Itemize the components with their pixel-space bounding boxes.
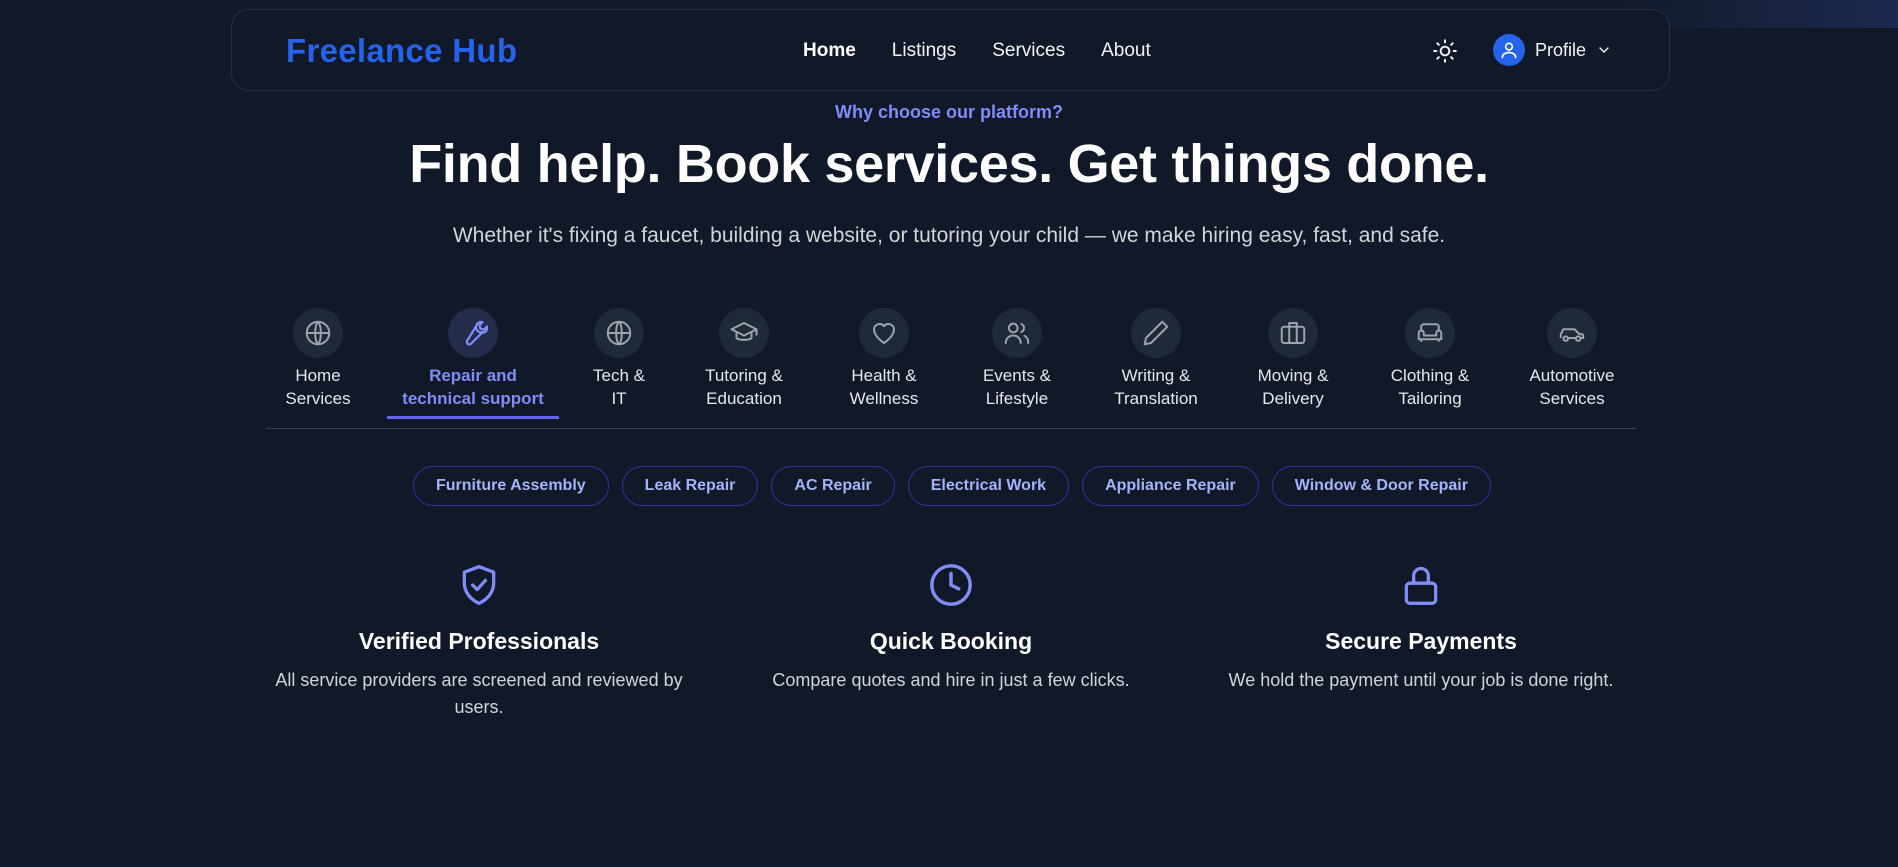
hero-eyebrow: Why choose our platform? xyxy=(834,102,1063,122)
feature-secure-payments: Secure Payments We hold the payment unti… xyxy=(1201,562,1641,694)
sofa-icon xyxy=(1417,323,1443,342)
globe-icon xyxy=(305,320,331,346)
feature-text: All service providers are screened and r… xyxy=(275,670,683,717)
avatar xyxy=(1493,34,1525,66)
pill-window-door-repair[interactable]: Window & Door Repair xyxy=(1271,466,1491,506)
user-icon xyxy=(1501,42,1517,59)
category-label: Repair and technical support xyxy=(402,366,544,408)
pill-appliance-repair[interactable]: Appliance Repair xyxy=(1082,466,1259,506)
subcategory-pills: Furniture Assembly Leak Repair AC Repair… xyxy=(413,466,1491,506)
nav-link-home[interactable]: Home xyxy=(803,40,856,62)
nav-link-about[interactable]: About xyxy=(1101,40,1151,62)
users-icon xyxy=(1004,322,1030,344)
shield-check-icon xyxy=(462,565,496,605)
profile-menu[interactable]: Profile xyxy=(1493,34,1612,66)
category-divider xyxy=(266,428,1636,429)
feature-quick-booking: Quick Booking Compare quotes and hire in… xyxy=(731,562,1171,694)
briefcase-icon xyxy=(1280,322,1306,344)
category-events-lifestyle[interactable]: Events & Lifestyle xyxy=(967,308,1067,410)
pill-electrical-work[interactable]: Electrical Work xyxy=(907,466,1070,506)
category-clothing-tailoring[interactable]: Clothing & Tailoring xyxy=(1380,308,1480,410)
graduation-cap-icon xyxy=(730,322,758,341)
category-label: Writing & Translation xyxy=(1114,366,1198,408)
feature-title: Verified Professionals xyxy=(358,628,600,654)
category-label: Tutoring & Education xyxy=(705,366,783,408)
category-label: Home Services xyxy=(285,366,351,408)
category-label: Moving & Delivery xyxy=(1257,366,1329,408)
wrench-icon xyxy=(465,320,488,346)
nav-link-listings[interactable]: Listings xyxy=(892,40,956,62)
category-repair-technical-support[interactable]: Repair and technical support xyxy=(387,308,559,410)
feature-text: Compare quotes and hire in just a few cl… xyxy=(772,670,1130,690)
pill-leak-repair[interactable]: Leak Repair xyxy=(621,466,759,506)
category-home-services[interactable]: Home Services xyxy=(268,308,368,410)
category-label: Clothing & Tailoring xyxy=(1390,366,1470,408)
navbar: Freelance Hub Home Listings Services Abo… xyxy=(231,9,1670,91)
category-label: Events & Lifestyle xyxy=(982,366,1052,408)
sun-icon xyxy=(1433,39,1457,63)
category-label: Health & Wellness xyxy=(849,366,919,408)
globe-icon xyxy=(606,320,632,346)
brand-logo[interactable]: Freelance Hub xyxy=(286,32,517,70)
feature-verified-professionals: Verified Professionals All service provi… xyxy=(259,562,699,721)
category-automotive-services[interactable]: Automotive Services xyxy=(1517,308,1627,410)
pencil-icon xyxy=(1143,320,1169,346)
category-tutoring-education[interactable]: Tutoring & Education xyxy=(694,308,794,410)
clock-icon xyxy=(930,564,972,606)
nav-link-services[interactable]: Services xyxy=(992,40,1065,62)
profile-label: Profile xyxy=(1535,39,1587,60)
hero-title: Find help. Book services. Get things don… xyxy=(409,134,1489,194)
nav-links: Home Listings Services About xyxy=(803,40,1151,62)
category-tech-it[interactable]: Tech & IT xyxy=(579,308,659,410)
pill-ac-repair[interactable]: AC Repair xyxy=(771,466,895,506)
theme-toggle-button[interactable] xyxy=(1432,38,1458,64)
category-label: Tech & IT xyxy=(593,366,645,408)
chevron-down-icon xyxy=(1599,47,1609,53)
feature-text: We hold the payment until your job is do… xyxy=(1228,670,1614,690)
category-health-wellness[interactable]: Health & Wellness xyxy=(834,308,934,410)
category-label: Automotive Services xyxy=(1529,366,1615,408)
category-writing-translation[interactable]: Writing & Translation xyxy=(1101,308,1211,410)
heart-icon xyxy=(873,323,895,344)
feature-title: Quick Booking xyxy=(869,628,1033,654)
hero-subtitle: Whether it's fixing a faucet, building a… xyxy=(452,224,1446,247)
car-icon xyxy=(1559,328,1585,342)
pill-furniture-assembly[interactable]: Furniture Assembly xyxy=(413,466,609,506)
feature-title: Secure Payments xyxy=(1325,628,1517,654)
lock-icon xyxy=(1404,566,1438,605)
category-moving-delivery[interactable]: Moving & Delivery xyxy=(1243,308,1343,410)
active-category-indicator xyxy=(387,416,559,419)
